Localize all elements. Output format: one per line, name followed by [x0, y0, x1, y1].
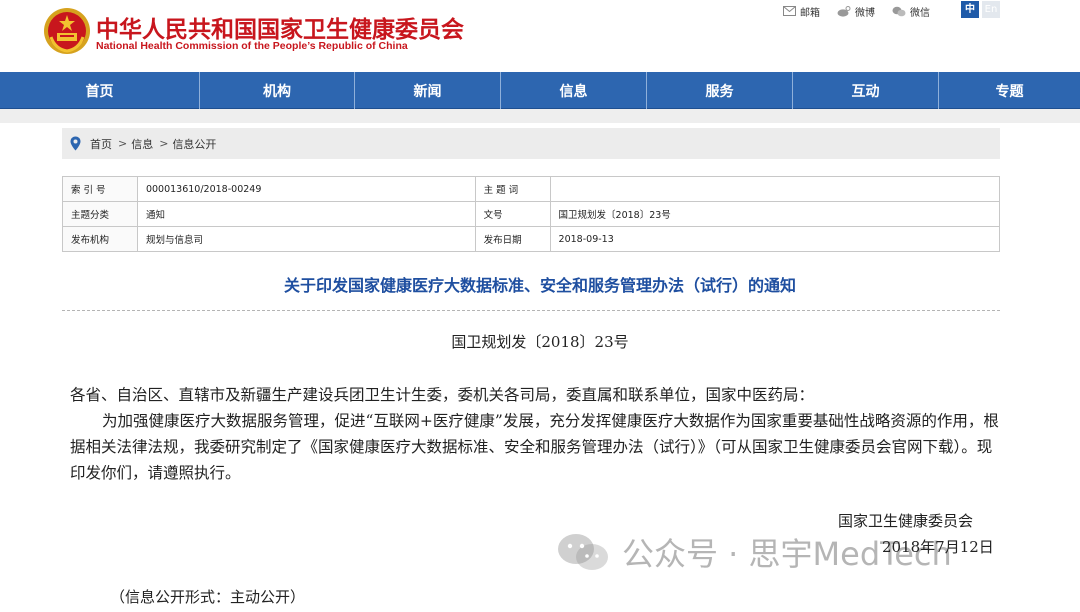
publisher-value: 规划与信息司 — [136, 226, 476, 252]
category-value: 通知 — [136, 201, 476, 227]
table-row: 索 引 号 000013610/2018-00249 主 题 词 — [62, 176, 1001, 202]
nav-item-home[interactable]: 首页 — [0, 72, 200, 109]
disclosure-note: （信息公开形式：主动公开） — [110, 588, 306, 606]
weibo-link[interactable]: 微博 — [837, 4, 875, 19]
nav-shadow-band — [0, 109, 1080, 123]
document-number: 国卫规划发〔2018〕23号 — [451, 333, 629, 351]
nav-item-topics[interactable]: 专题 — [939, 72, 1080, 109]
body-paragraph: 为加强健康医疗大数据服务管理，促进“互联网+医疗健康”发展，充分发挥健康医疗大数… — [70, 412, 999, 482]
index-number-label: 索 引 号 — [62, 176, 138, 202]
signature-date: 2018年7月12日 — [882, 538, 994, 556]
category-label: 主题分类 — [62, 201, 138, 227]
document-body: 各省、自治区、直辖市及新疆生产建设兵团卫生计生委，委机关各司局，委直属和联系单位… — [70, 382, 1000, 486]
breadcrumb: 首页 > 信息 > 信息公开 — [62, 128, 1000, 159]
nav-item-interaction[interactable]: 互动 — [793, 72, 939, 109]
top-links: 邮箱 微博 微信 — [783, 3, 947, 19]
doc-number-label: 文号 — [474, 201, 551, 227]
mail-label: 邮箱 — [800, 7, 820, 19]
table-row: 主题分类 通知 文号 国卫规划发〔2018〕23号 — [62, 201, 1001, 227]
breadcrumb-separator: > — [118, 137, 128, 150]
wechat-link[interactable]: 微信 — [892, 4, 930, 19]
site-title-en: National Health Commission of the People… — [96, 40, 408, 52]
table-row: 发布机构 规划与信息司 发布日期 2018-09-13 — [62, 226, 1001, 252]
breadcrumb-separator: > — [159, 137, 169, 150]
national-emblem-icon[interactable] — [43, 7, 91, 55]
wechat-icon — [892, 6, 906, 16]
signature-organization: 国家卫生健康委员会 — [838, 512, 974, 530]
weibo-label: 微博 — [855, 7, 875, 19]
salutation: 各省、自治区、直辖市及新疆生产建设兵团卫生计生委，委机关各司局，委直属和联系单位… — [70, 386, 815, 404]
main-nav: 首页 机构 新闻 信息 服务 互动 专题 — [0, 72, 1080, 109]
publish-date-value: 2018-09-13 — [549, 226, 1001, 252]
nav-item-info[interactable]: 信息 — [501, 72, 647, 109]
nav-item-services[interactable]: 服务 — [647, 72, 793, 109]
title-divider — [62, 310, 1000, 311]
keywords-value — [549, 176, 1001, 202]
wechat-label: 微信 — [910, 7, 930, 19]
location-pin-icon — [70, 136, 81, 151]
breadcrumb-disclosure[interactable]: 信息公开 — [172, 136, 216, 152]
index-number-value: 000013610/2018-00249 — [136, 176, 476, 202]
nav-item-news[interactable]: 新闻 — [355, 72, 501, 109]
document-title: 关于印发国家健康医疗大数据标准、安全和服务管理办法（试行）的通知 — [283, 276, 796, 295]
publish-date-label: 发布日期 — [474, 226, 551, 252]
wechat-watermark-icon — [558, 534, 608, 570]
weibo-icon — [837, 5, 851, 17]
site-title-cn[interactable]: 中华人民共和国国家卫生健康委员会 — [96, 10, 464, 44]
mail-link[interactable]: 邮箱 — [783, 4, 820, 19]
nav-item-organization[interactable]: 机构 — [200, 72, 355, 109]
doc-number-value: 国卫规划发〔2018〕23号 — [549, 201, 1001, 227]
keywords-label: 主 题 词 — [474, 176, 551, 202]
lang-en-button[interactable]: En — [982, 1, 1000, 18]
breadcrumb-info[interactable]: 信息 — [131, 136, 153, 152]
lang-zh-button[interactable]: 中 — [961, 1, 979, 18]
breadcrumb-home[interactable]: 首页 — [90, 136, 112, 152]
site-header: 中华人民共和国国家卫生健康委员会 National Health Commiss… — [0, 0, 1080, 72]
mail-icon — [783, 6, 796, 16]
publisher-label: 发布机构 — [62, 226, 138, 252]
document-info-table: 索 引 号 000013610/2018-00249 主 题 词 主题分类 通知… — [62, 176, 1001, 252]
